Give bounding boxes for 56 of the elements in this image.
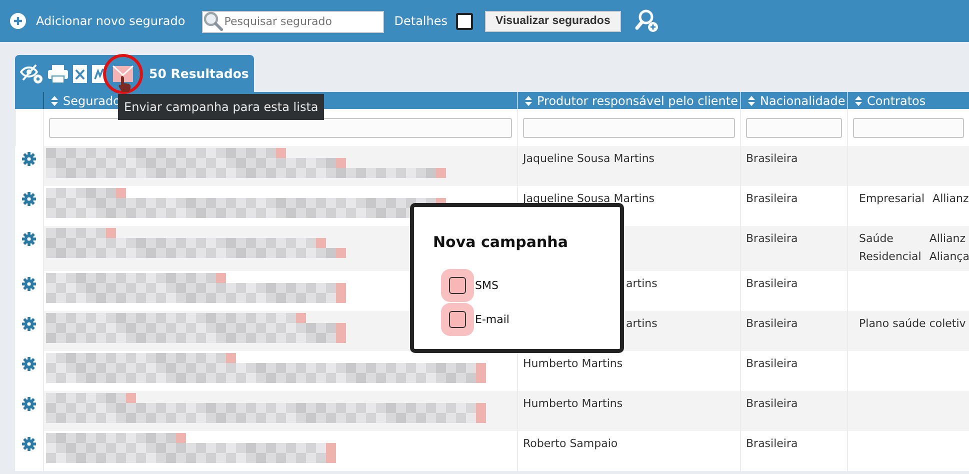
view-insured-button[interactable]: Visualizar segurados [484,10,622,32]
envelope-icon[interactable] [112,64,134,82]
table-cell: Brasileira [746,192,798,205]
results-count: 50 Resultados [149,66,249,81]
table-cell: artins [626,317,658,330]
sort-icon [748,96,755,106]
contract-type: Empresarial [859,192,925,205]
contract-type: Plano saúde coletiv [859,317,966,330]
settings-icon[interactable] [22,397,36,411]
table-cell: Brasileira [746,357,798,370]
table-cell: Jaqueline Sousa Martins [523,192,655,205]
table-cell: Jaqueline Sousa Martins [523,152,655,165]
tooltip: Enviar campanha para esta lista [118,94,324,120]
filter-field[interactable] [49,118,512,138]
highlight-circle-icon [102,52,144,94]
user-search-icon[interactable] [635,9,660,33]
settings-icon[interactable] [22,317,36,331]
table-cell: artins [626,277,658,290]
details-label: Detalhes [394,14,448,28]
table-cell: Roberto Sampaio [523,437,618,450]
insurer-name: Allianz [932,192,969,205]
insurer-name: Aliança [929,250,969,263]
contract-type: Saúde [859,232,894,245]
dialog-title: Nova campanha [433,233,569,251]
table-cell: Brasileira [746,317,798,330]
settings-icon[interactable] [22,277,36,291]
add-icon[interactable] [10,13,26,29]
details-checkbox[interactable] [456,12,473,30]
table-cell: Humberto Martins [523,357,623,370]
table-cell: Brasileira [746,152,798,165]
sort-icon [51,96,58,106]
search-field[interactable]: Pesquisar segurado [202,10,384,32]
sort-icon [525,96,532,106]
printer-icon[interactable] [47,64,69,84]
checkbox-label: E-mail [475,313,510,326]
spreadsheet-icon[interactable] [72,64,88,84]
table-cell: Humberto Martins [523,397,623,410]
filter-field[interactable] [523,118,735,138]
filter-field[interactable] [853,118,964,138]
sort-icon [855,96,862,106]
add-insured-link[interactable]: Adicionar novo segurado [36,14,186,28]
settings-icon[interactable] [22,192,36,206]
visibility-settings-icon[interactable] [20,62,44,84]
table-cell: Brasileira [746,232,798,245]
checkbox-label: SMS [475,279,498,292]
settings-icon[interactable] [22,152,36,166]
settings-icon[interactable] [22,357,36,371]
settings-icon[interactable] [22,232,36,246]
contract-type: Residencial [859,250,922,263]
table-cell: Brasileira [746,437,798,450]
settings-icon[interactable] [22,437,36,451]
filter-field[interactable] [746,118,842,138]
table-cell: Brasileira [746,397,798,410]
hand-cursor-icon [118,74,132,92]
insurer-name: Allianz [929,232,967,245]
table-cell: Brasileira [746,277,798,290]
